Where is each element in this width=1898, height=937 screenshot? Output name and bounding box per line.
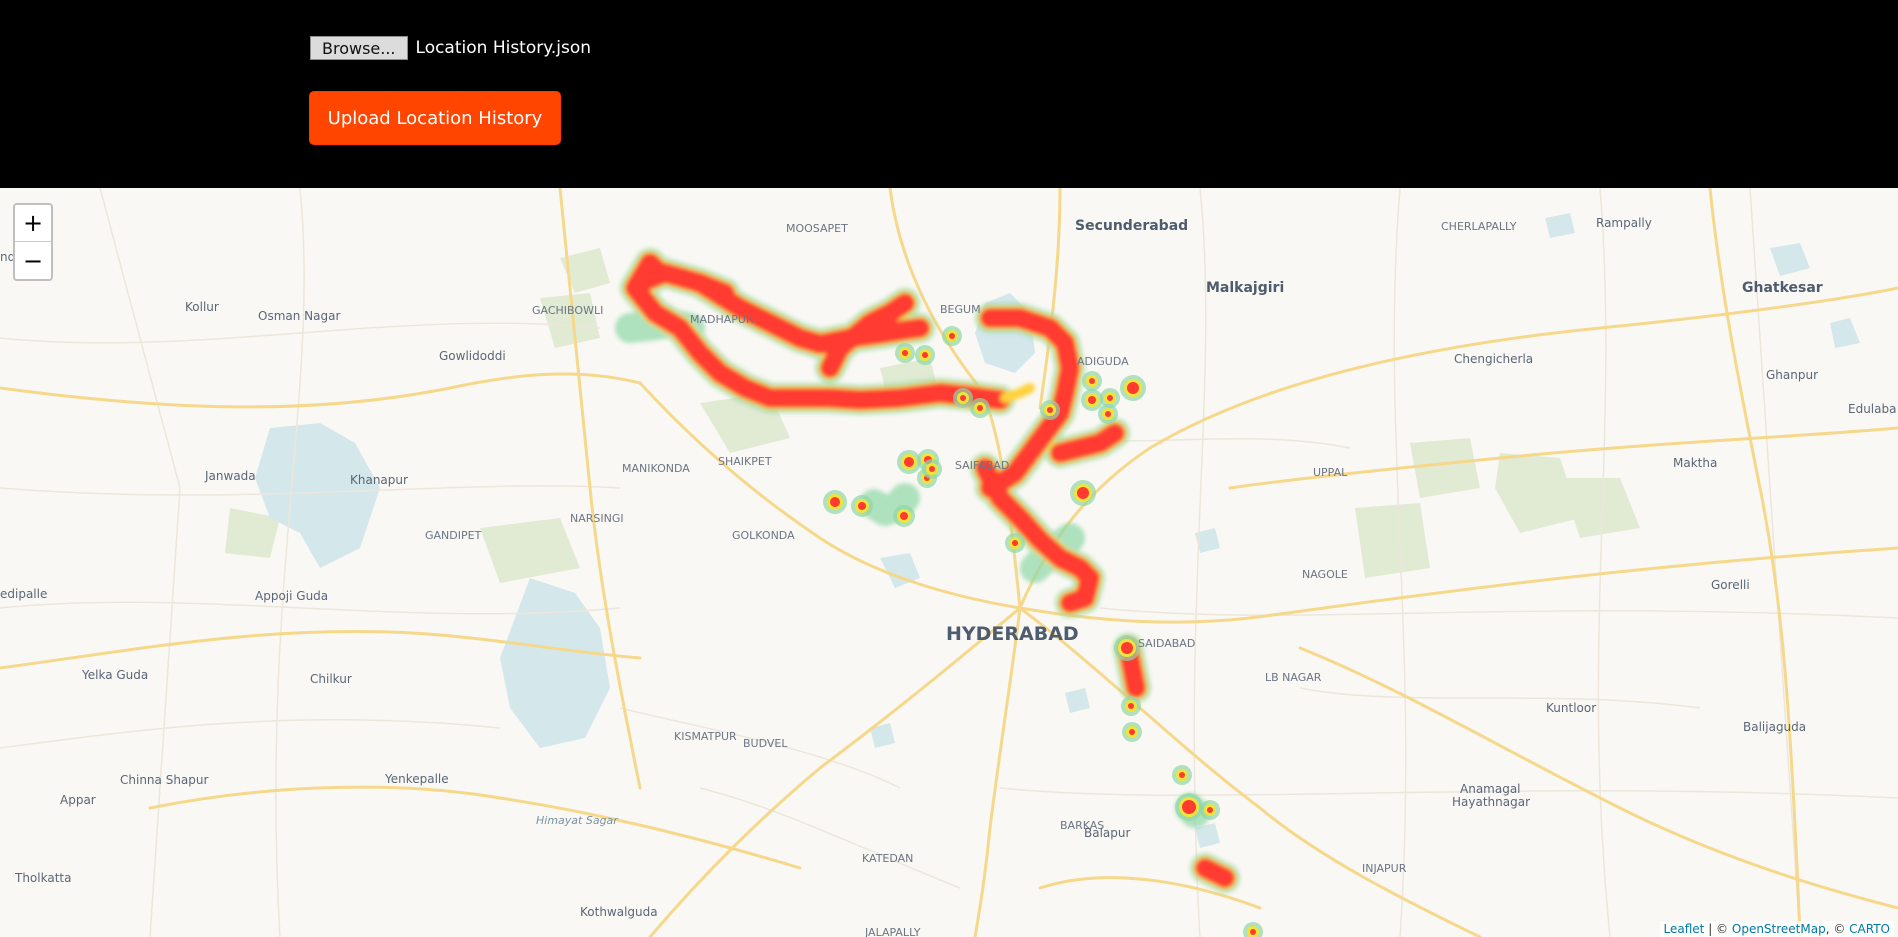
place-label: MANIKONDA: [622, 462, 690, 475]
heat-point: [1081, 389, 1103, 411]
place-label: Malkajgiri: [1206, 280, 1284, 296]
place-label: Himayat Sagar: [536, 814, 619, 827]
heat-point: [1121, 696, 1141, 716]
zoom-in-button[interactable]: +: [15, 205, 51, 242]
heat-point: [942, 326, 962, 346]
heat-point: [953, 388, 973, 408]
place-label: Gorelli: [1711, 578, 1750, 592]
zoom-out-button[interactable]: −: [15, 242, 51, 279]
place-label: Rampally: [1596, 216, 1652, 230]
place-label: Yenkepalle: [384, 772, 449, 786]
map-canvas[interactable]: MOOSAPET Secunderabad CHERLAPALLY Rampal…: [0, 188, 1898, 937]
place-label: HYDERABAD: [946, 623, 1079, 645]
place-label: Kollur: [185, 300, 219, 314]
place-label: Kothwalguda: [580, 905, 658, 919]
heat-point: [1070, 480, 1096, 506]
zoom-control: + −: [13, 203, 53, 281]
file-picker[interactable]: Browse... Location History.json: [310, 36, 591, 60]
upload-header: Browse... Location History.json Upload L…: [0, 0, 1898, 188]
upload-location-history-button[interactable]: Upload Location History: [310, 92, 560, 144]
place-label: Anamagal: [1460, 782, 1521, 796]
place-label: Edulaba: [1848, 402, 1896, 416]
heat-point: [1175, 793, 1203, 821]
place-label: Hayathnagar: [1452, 795, 1530, 809]
place-label: Appar: [60, 793, 96, 807]
place-label: GACHIBOWLI: [532, 304, 603, 317]
openstreetmap-link[interactable]: OpenStreetMap: [1732, 922, 1826, 936]
heat-point: [823, 490, 847, 514]
place-label: NAGOLE: [1302, 568, 1348, 581]
place-label: SAIDABAD: [1138, 637, 1195, 650]
place-label: SHAIKPET: [718, 455, 772, 468]
place-label: GOLKONDA: [732, 529, 795, 542]
place-label: Ghanpur: [1766, 368, 1818, 382]
place-label: Appoji Guda: [255, 589, 328, 603]
place-label: KISMATPUR: [674, 730, 737, 743]
place-label: INJAPUR: [1362, 862, 1407, 875]
leaflet-link[interactable]: Leaflet: [1664, 922, 1705, 936]
place-label: Janwada: [204, 469, 256, 483]
place-label: Secunderabad: [1075, 218, 1188, 234]
carto-link[interactable]: CARTO: [1849, 922, 1890, 936]
heat-point: [851, 495, 873, 517]
heat-point: [915, 345, 935, 365]
heat-point: [1082, 371, 1102, 391]
heatmap-map[interactable]: MOOSAPET Secunderabad CHERLAPALLY Rampal…: [0, 188, 1898, 937]
place-label: Balapur: [1084, 826, 1130, 840]
place-label: GANDIPET: [425, 529, 482, 542]
place-label: Yelka Guda: [81, 668, 148, 682]
place-label: Maktha: [1673, 456, 1717, 470]
heat-point: [893, 505, 915, 527]
browse-button[interactable]: Browse...: [310, 36, 408, 60]
heat-point: [1100, 388, 1120, 408]
heat-point: [1200, 800, 1220, 820]
place-label: Tholkatta: [14, 871, 71, 885]
place-label: BEGUM: [940, 303, 981, 316]
place-label: Ghatkesar: [1742, 280, 1823, 296]
place-label: Osman Nagar: [258, 309, 340, 323]
place-label: JALAPALLY: [864, 926, 921, 937]
heat-point: [1120, 375, 1146, 401]
heat-point: [1172, 765, 1192, 785]
map-attribution: Leaflet | © OpenStreetMap, © CARTO: [1659, 921, 1894, 937]
place-label: KATEDAN: [862, 852, 913, 865]
heat-point: [922, 459, 942, 479]
attribution-separator: , ©: [1825, 922, 1850, 936]
heat-point: [1040, 400, 1060, 420]
selected-file-name: Location History.json: [415, 38, 592, 58]
place-label: Chilkur: [310, 672, 352, 686]
heat-point: [970, 398, 990, 418]
place-label: Khanapur: [350, 473, 408, 487]
place-label: Chengicherla: [1454, 352, 1533, 366]
heat-point: [1114, 635, 1140, 661]
place-label: NARSINGI: [570, 512, 624, 525]
place-label: SAIFABAD: [955, 459, 1009, 472]
place-label: Kuntloor: [1546, 701, 1596, 715]
place-label: MOOSAPET: [786, 222, 848, 235]
place-label: Chinna Shapur: [120, 773, 208, 787]
heat-point: [1005, 533, 1025, 553]
heat-point: [895, 343, 915, 363]
place-label: Gowlidoddi: [439, 349, 506, 363]
place-label: edipalle: [0, 587, 47, 601]
place-label: ADIGUDA: [1077, 355, 1129, 368]
place-label: UPPAL: [1313, 466, 1348, 479]
place-label: LB NAGAR: [1265, 671, 1322, 684]
place-label: Balijaguda: [1743, 720, 1806, 734]
attribution-separator: | ©: [1704, 922, 1732, 936]
place-label: MADHAPUR: [690, 313, 754, 326]
place-label: CHERLAPALLY: [1441, 220, 1517, 233]
heat-point: [1122, 722, 1142, 742]
place-label: BUDVEL: [743, 737, 788, 750]
map-background: [0, 188, 1898, 937]
